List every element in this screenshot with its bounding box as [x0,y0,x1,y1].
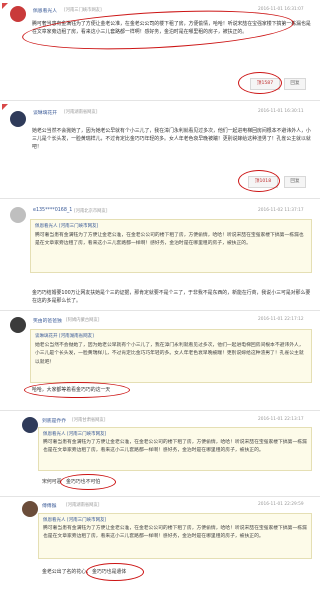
user-location: [阿姆内蒙古网友] [66,318,100,323]
username[interactable]: 到底是乔乔 [42,417,66,424]
comment-card-1: 佩恩看光人 [河南三门峡市网友] 2016-11-01 16:31:07 腾可奢… [0,0,320,100]
badge-icon [2,3,8,9]
quoted-comment: 谈琳璃花开 [河南湖南省网友] 她老公当然不会抛她了，因为她老公早就有个小三儿了… [30,329,312,383]
timestamp: 2016-11-01 22:29:59 [258,502,304,507]
quoted-username[interactable]: 谈琳璃花开 [河南湖南省网友] [35,333,94,339]
username[interactable]: 谈琳璃花开 [33,109,57,116]
comment-card-5: 到底是乔乔 [河南甘肃省网友] 2016-11-01 22:13:17 佩恩看光… [0,410,320,496]
avatar[interactable] [10,207,26,223]
comment-text: 宋何可恶 [42,479,62,485]
avatar[interactable] [10,317,26,333]
timestamp: 2016-11-01 22:17:12 [258,317,304,322]
timestamp: 2016-11-01 16:30:11 [258,109,304,114]
quoted-text: 腾可奢当患有金满钰为了方便让金老公准，在金老公公司的楼下租了房，方便偷情，哈哈！… [43,526,307,540]
avatar[interactable] [10,111,26,127]
quoted-username[interactable]: 佩恩看光人 [河南三门峡市网友] [43,517,106,523]
comment-card-6: 傅傅猴 [河南湖南省网友] 2016-11-01 22:29:59 佩恩看光人 … [0,496,320,593]
timestamp: 2016-11-02 11:37:17 [258,208,304,213]
quoted-text: 腾可奢当患有金满钰为了方便让金老公准，在金老公公司的楼下租了房，方便偷情，哈哈！… [43,440,307,454]
avatar[interactable] [10,6,26,22]
quoted-username[interactable]: 佩恩看光人 [河南三门峡市网友] [43,431,106,437]
annotation-oval [60,474,116,490]
reply-button[interactable]: 回复 [284,78,306,90]
user-location: [河南甘肃省网友] [72,418,106,423]
comment-text: 金老公出了名的花心， [42,569,91,575]
user-location: [河南湖南省网友] [66,503,100,508]
quoted-username[interactable]: 佩恩看光人 [河南三门峡市网友] [35,223,98,229]
comment-text: 她老公当然不会抛她了，因为她老公早就有个小三儿了，我在漳门永利就看见过多次，他们… [32,128,311,151]
user-location: [河南北京市网友] [74,209,108,214]
avatar[interactable] [22,417,38,433]
annotation-oval [238,72,282,94]
annotation-oval [21,4,295,56]
timestamp: 2016-11-01 22:13:17 [258,417,304,422]
comment-card-4: 笑由的爸爸独 [阿姆内蒙古网友] 2016-11-01 22:17:12 谈琳璃… [0,310,320,410]
quoted-comment: 佩恩看光人 [河南三门峡市网友] 腾可奢当患有金满钰为了方便让金老公准，在金老公… [30,219,312,273]
quoted-comment: 佩恩看光人 [河南三门峡市网友] 腾可奢当患有金满钰为了方便让金老公准，在金老公… [38,427,312,471]
username[interactable]: 傅傅猴 [42,502,56,509]
quoted-comment: 佩恩看光人 [河南三门峡市网友] 腾可奢当患有金满钰为了方便让金老公准，在金老公… [38,513,312,559]
avatar[interactable] [22,501,38,517]
username[interactable]: 笑由的爸爸独 [33,317,62,324]
badge-icon [2,104,8,110]
user-location: [河南三门峡市网友] [64,8,102,13]
username[interactable]: 佩恩看光人 [33,7,57,14]
comment-card-3: e135****0168_1 [河南北京市网友] 2016-11-02 11:3… [0,198,320,310]
comment-card-2: 谈琳璃花开 [河南湖南省网友] 2016-11-01 16:30:11 她老公当… [0,100,320,198]
username[interactable]: e135****0168_1 [33,208,72,213]
quoted-text: 她老公当然不会抛她了，因为她老公早就有个小三儿了，我在漳门永利就看见过多次，他们… [35,343,304,365]
timestamp: 2016-11-01 16:31:07 [258,7,304,12]
quoted-text: 腾可奢当患有金满钰为了方便让金老公准，在金老公公司的楼下租了房，方便偷情，哈哈！… [35,233,304,247]
annotation-oval [86,563,144,581]
user-location: [河南湖南省网友] [64,110,98,115]
annotation-oval [238,170,280,192]
comment-text: 金巧巧结婚要100万让网友扶她是个三的证据，那肯定就要不是个三了，于非我不是东西… [32,290,311,305]
reply-button[interactable]: 回复 [284,176,306,188]
annotation-oval [24,382,130,398]
